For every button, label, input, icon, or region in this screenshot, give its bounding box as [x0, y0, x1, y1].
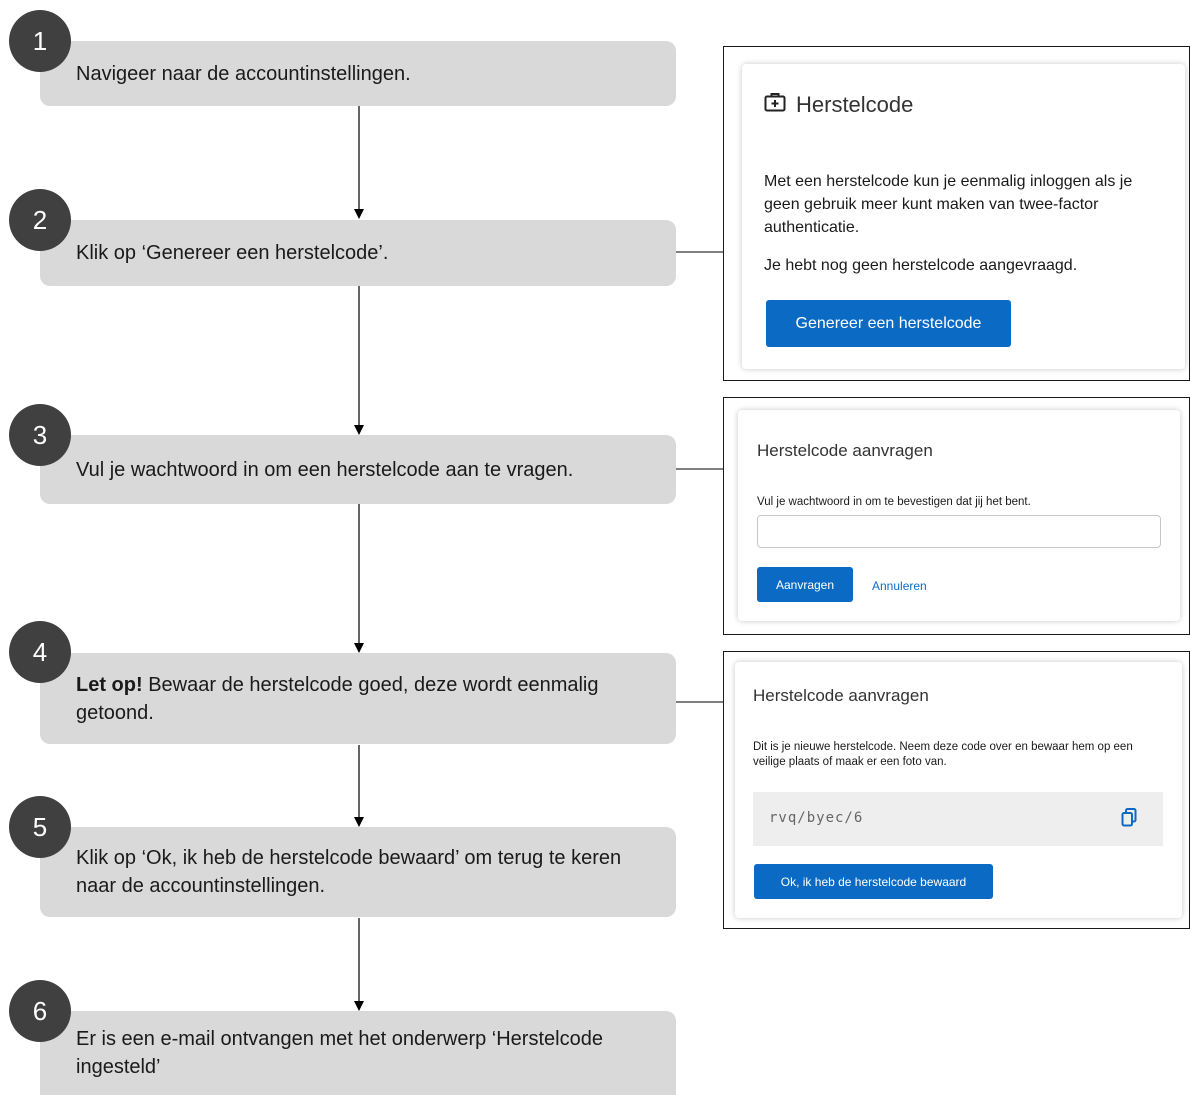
step-text: Navigeer naar de accountinstellingen.: [76, 62, 411, 85]
step-box-3: Vul je wachtwoord in om een herstelcode …: [40, 435, 676, 504]
card-title: Herstelcode aanvragen: [757, 441, 933, 460]
herstelcode-card: Herstelcode Met een herstelcode kun je e…: [742, 64, 1185, 369]
step-text: Vul je wachtwoord in om een herstelcode …: [76, 458, 574, 481]
step-text-rest: Bewaar de herstelcode goed, deze wordt e…: [76, 673, 599, 724]
card-description: Met een herstelcode kun je eenmalig inlo…: [764, 173, 1133, 236]
step-number-badge: 2: [9, 189, 71, 251]
confirm-saved-button[interactable]: Ok, ik heb de herstelcode bewaard: [754, 864, 993, 899]
step-text: Er is een e-mail ontvangen met het onder…: [76, 1028, 603, 1078]
step-number-badge: 6: [9, 980, 71, 1042]
screenshot-frame-herstelcode: Herstelcode Met een herstelcode kun je e…: [723, 46, 1190, 381]
card-description: Dit is je nieuwe herstelcode. Neem deze …: [753, 741, 1133, 768]
card-description: Vul je wachtwoord in om te bevestigen da…: [757, 496, 1031, 508]
code-card: Herstelcode aanvragen Dit is je nieuwe h…: [735, 662, 1182, 918]
step-text: Let op! Bewaar de herstelcode goed, deze…: [76, 671, 676, 727]
step-box-2: Klik op ‘Genereer een herstelcode’.: [40, 220, 676, 286]
step-number-badge: 1: [9, 10, 71, 72]
card-title: Herstelcode aanvragen: [753, 686, 929, 705]
card-status: Je hebt nog geen herstelcode aangevraagd…: [764, 257, 1078, 274]
step-number-badge: 4: [9, 621, 71, 683]
step-box-1: Navigeer naar de accountinstellingen.: [40, 41, 676, 106]
password-input[interactable]: [757, 515, 1161, 548]
recovery-code: rvq/byec/6: [769, 810, 864, 826]
screenshot-frame-password: Herstelcode aanvragen Vul je wachtwoord …: [723, 397, 1190, 635]
step-number-badge: 3: [9, 404, 71, 466]
step-box-4: Let op! Bewaar de herstelcode goed, deze…: [40, 653, 676, 744]
card-title-text: Herstelcode: [796, 92, 914, 117]
step-text: Klik op ‘Genereer een herstelcode’.: [76, 242, 389, 264]
request-button[interactable]: Aanvragen: [757, 567, 853, 602]
cancel-link[interactable]: Annuleren: [872, 579, 927, 593]
generate-code-button[interactable]: Genereer een herstelcode: [766, 300, 1011, 347]
card-title: Herstelcode: [764, 92, 913, 118]
step-number-badge: 5: [9, 796, 71, 858]
step-emphasis: Let op!: [76, 673, 143, 696]
screenshot-frame-code: Herstelcode aanvragen Dit is je nieuwe h…: [723, 651, 1190, 929]
step-box-6: Er is een e-mail ontvangen met het onder…: [40, 1011, 676, 1095]
copy-icon[interactable]: [1121, 808, 1137, 832]
medical-kit-icon: [764, 92, 786, 118]
step-box-5: Klik op ‘Ok, ik heb de herstelcode bewaa…: [40, 827, 676, 917]
step-text: Klik op ‘Ok, ik heb de herstelcode bewaa…: [76, 847, 622, 897]
code-display: rvq/byec/6: [753, 792, 1163, 846]
password-card: Herstelcode aanvragen Vul je wachtwoord …: [738, 410, 1180, 621]
